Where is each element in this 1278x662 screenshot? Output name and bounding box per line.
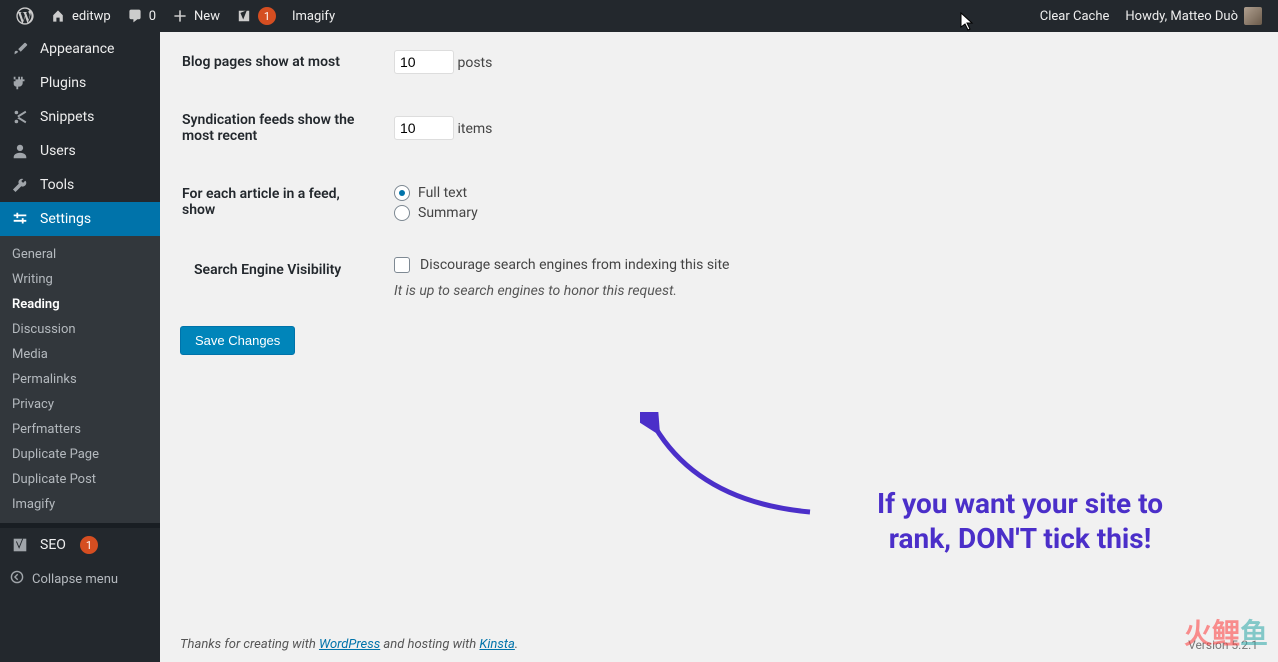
- menu-label: Appearance: [40, 41, 114, 57]
- menu-label: SEO: [40, 537, 66, 553]
- menu-label: Users: [40, 143, 76, 159]
- sev-checkbox[interactable]: [394, 257, 410, 273]
- comment-icon: [127, 8, 143, 24]
- settings-sub-duplicate-post[interactable]: Duplicate Post: [0, 467, 160, 492]
- blog-pages-input[interactable]: [394, 50, 454, 74]
- site-name-label: editwp: [72, 9, 111, 24]
- main-content: Blog pages show at most posts Syndicatio…: [160, 32, 1278, 662]
- clear-cache-label: Clear Cache: [1040, 9, 1110, 24]
- sev-note: It is up to search engines to honor this…: [394, 283, 1246, 299]
- syndication-suffix: items: [457, 121, 492, 137]
- settings-sub-discussion[interactable]: Discussion: [0, 317, 160, 342]
- settings-sub-general[interactable]: General: [0, 242, 160, 267]
- wordpress-icon: [16, 7, 34, 25]
- yoast-icon: [236, 8, 252, 24]
- annotation-arrow: [640, 412, 860, 532]
- avatar: [1244, 7, 1262, 25]
- menu-label: Plugins: [40, 75, 86, 91]
- feed-summary-radio[interactable]: [394, 205, 410, 221]
- annotation-line2: rank, DON'T tick this!: [790, 521, 1250, 556]
- admin-side-menu: Appearance Plugins Snippets Users Tools …: [0, 32, 160, 662]
- collapse-label: Collapse menu: [32, 572, 118, 587]
- menu-seo[interactable]: SEO 1: [0, 528, 160, 562]
- comments-count: 0: [149, 9, 156, 24]
- sev-label: Search Engine Visibility: [182, 242, 382, 314]
- home-icon: [50, 8, 66, 24]
- settings-sub-perfmatters[interactable]: Perfmatters: [0, 417, 160, 442]
- settings-sub-privacy[interactable]: Privacy: [0, 392, 160, 417]
- feed-show-label: For each article in a feed, show: [182, 166, 382, 240]
- clear-cache-button[interactable]: Clear Cache: [1032, 0, 1118, 32]
- settings-sub-media[interactable]: Media: [0, 342, 160, 367]
- user-icon: [10, 142, 30, 160]
- feed-fulltext-option[interactable]: Full text: [394, 185, 1246, 201]
- sev-checkbox-label: Discourage search engines from indexing …: [420, 257, 729, 273]
- annotation-text: If you want your site to rank, DON'T tic…: [790, 486, 1250, 556]
- seo-badge: 1: [80, 536, 98, 554]
- site-name-menu[interactable]: editwp: [42, 0, 119, 32]
- comments-menu[interactable]: 0: [119, 0, 164, 32]
- menu-tools[interactable]: Tools: [0, 168, 160, 202]
- feed-summary-label: Summary: [418, 205, 478, 221]
- syndication-label: Syndication feeds show the most recent: [182, 92, 382, 164]
- menu-appearance[interactable]: Appearance: [0, 32, 160, 66]
- sliders-icon: [10, 210, 30, 228]
- new-label: New: [194, 9, 220, 24]
- footer-version: Version 5.2.1: [1188, 638, 1258, 652]
- menu-label: Tools: [40, 177, 74, 193]
- settings-sub-imagify[interactable]: Imagify: [0, 492, 160, 517]
- collapse-menu-button[interactable]: Collapse menu: [0, 562, 160, 596]
- wp-logo-menu[interactable]: [8, 0, 42, 32]
- wrench-icon: [10, 176, 30, 194]
- feed-fulltext-label: Full text: [418, 185, 467, 201]
- imagify-adminbar-menu[interactable]: Imagify: [284, 0, 343, 32]
- howdy-label: Howdy, Matteo Duò: [1125, 9, 1238, 24]
- menu-settings[interactable]: Settings: [0, 202, 160, 236]
- footer-wp-link[interactable]: WordPress: [319, 637, 380, 652]
- footer-thankyou: Thanks for creating with WordPress and h…: [180, 637, 518, 652]
- collapse-icon: [10, 570, 24, 588]
- reading-settings-form: Blog pages show at most posts Syndicatio…: [180, 32, 1258, 316]
- settings-sub-permalinks[interactable]: Permalinks: [0, 367, 160, 392]
- feed-fulltext-radio[interactable]: [394, 185, 410, 201]
- menu-label: Settings: [40, 211, 91, 227]
- footer-prefix: Thanks for creating with: [180, 637, 319, 652]
- footer-middle: and hosting with: [380, 637, 479, 652]
- my-account-menu[interactable]: Howdy, Matteo Duò: [1117, 0, 1270, 32]
- menu-users[interactable]: Users: [0, 134, 160, 168]
- menu-snippets[interactable]: Snippets: [0, 100, 160, 134]
- footer-host-link[interactable]: Kinsta: [479, 637, 514, 652]
- menu-plugins[interactable]: Plugins: [0, 66, 160, 100]
- scissors-icon: [10, 108, 30, 126]
- feed-summary-option[interactable]: Summary: [394, 205, 1246, 221]
- blog-pages-label: Blog pages show at most: [182, 34, 382, 90]
- settings-sub-duplicate-page[interactable]: Duplicate Page: [0, 442, 160, 467]
- yoast-icon: [10, 536, 30, 554]
- annotation-line1: If you want your site to: [790, 486, 1250, 521]
- seo-adminbar-menu[interactable]: 1: [228, 0, 284, 32]
- save-button[interactable]: Save Changes: [180, 326, 295, 355]
- plug-icon: [10, 74, 30, 92]
- blog-pages-suffix: posts: [457, 55, 492, 71]
- notification-badge: 1: [258, 7, 276, 25]
- settings-sub-reading[interactable]: Reading: [0, 292, 160, 317]
- new-content-menu[interactable]: New: [164, 0, 228, 32]
- brush-icon: [10, 40, 30, 58]
- sev-checkbox-option[interactable]: Discourage search engines from indexing …: [394, 257, 1246, 273]
- syndication-input[interactable]: [394, 116, 454, 140]
- admin-top-bar: editwp 0 New 1 Imagify Clear Cache: [0, 0, 1278, 32]
- settings-submenu: GeneralWritingReadingDiscussionMediaPerm…: [0, 236, 160, 523]
- menu-label: Snippets: [40, 109, 94, 125]
- plus-icon: [172, 8, 188, 24]
- settings-sub-writing[interactable]: Writing: [0, 267, 160, 292]
- imagify-label: Imagify: [292, 9, 335, 24]
